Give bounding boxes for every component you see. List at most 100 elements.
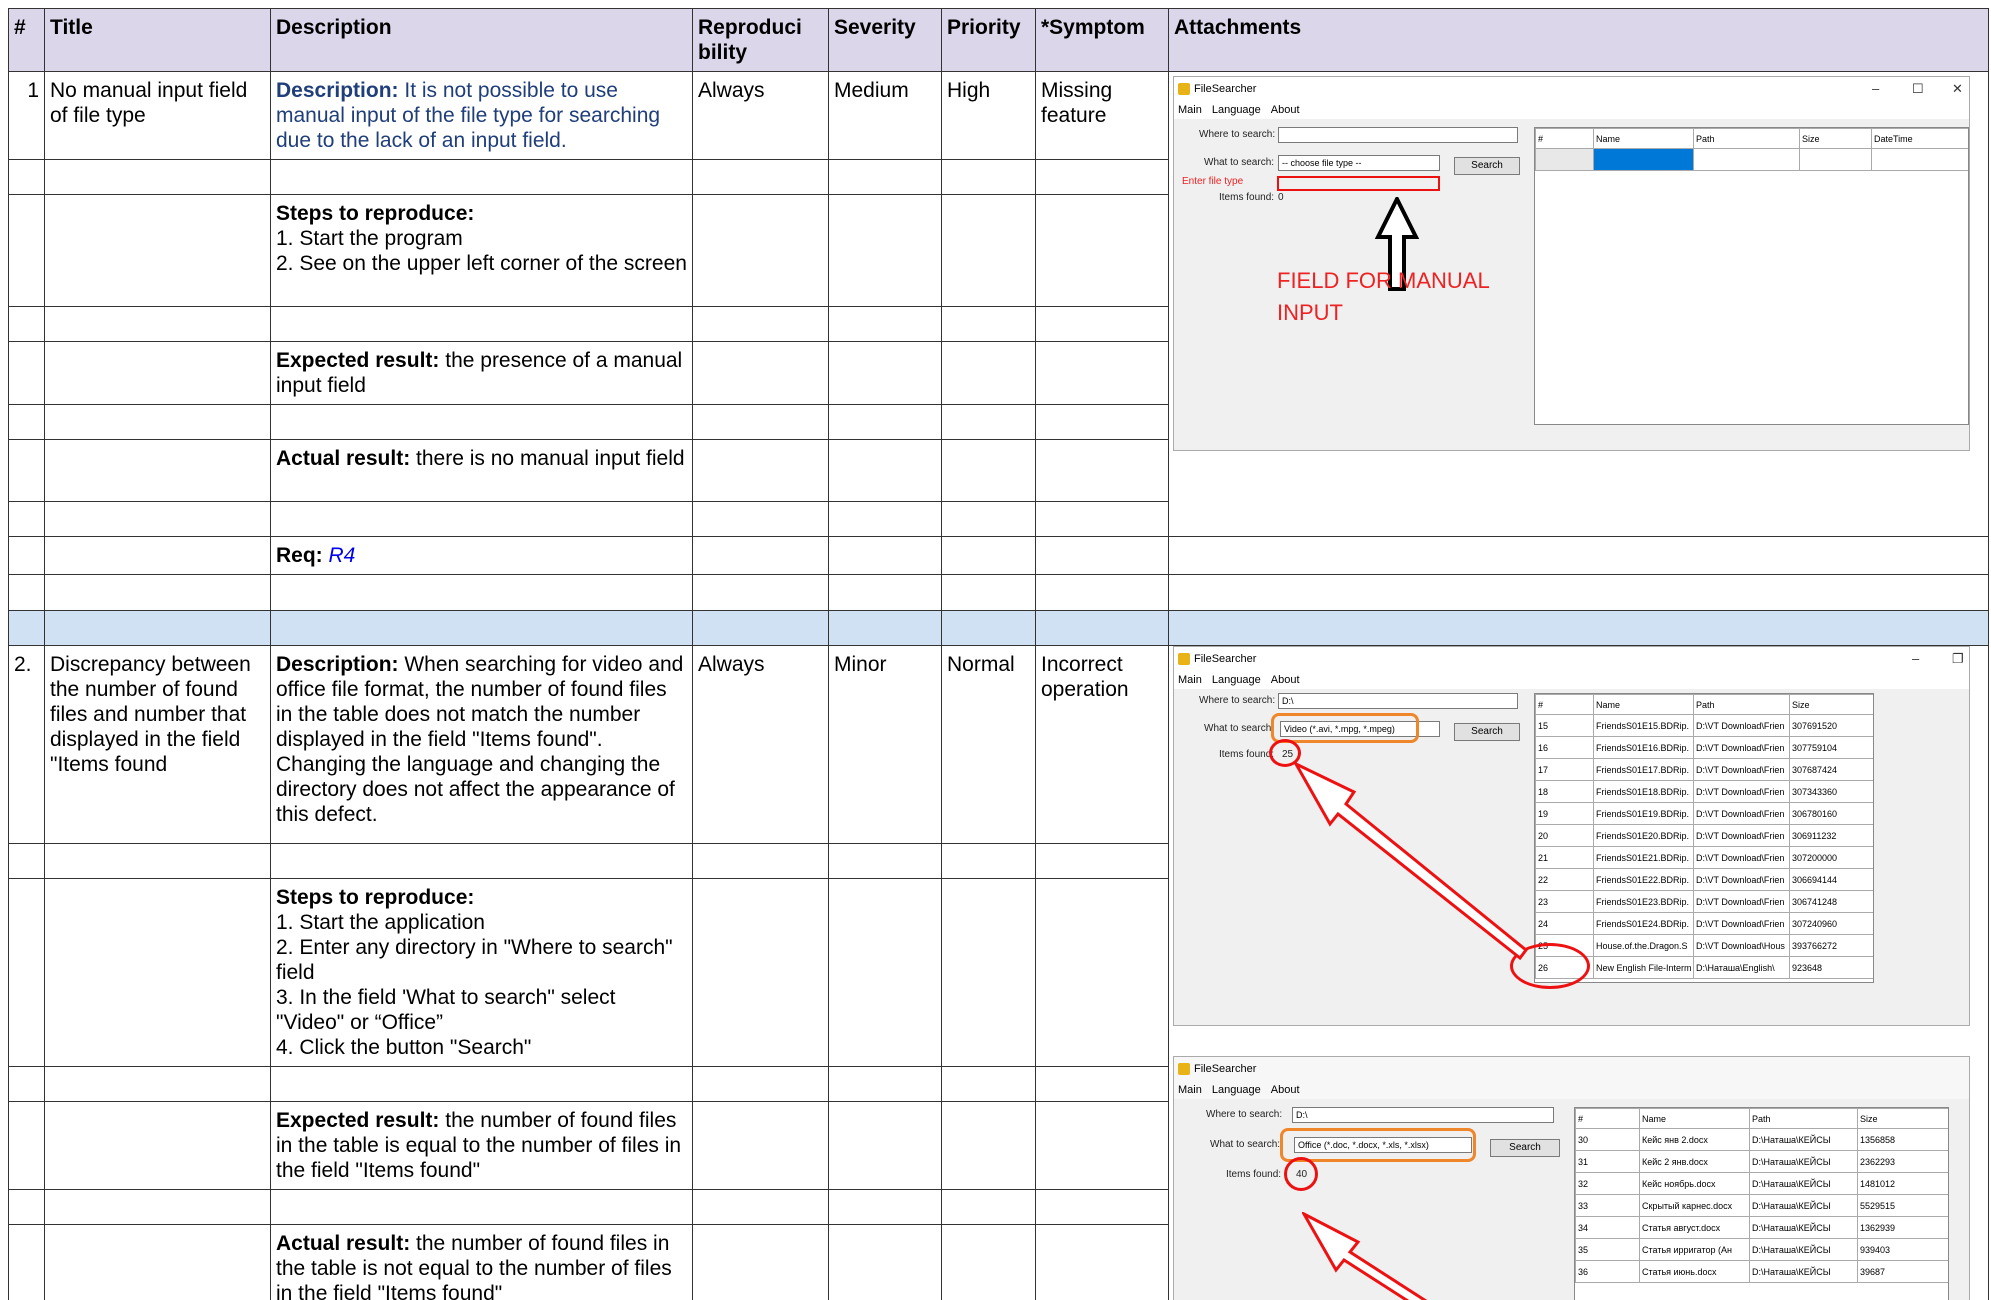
menu-about[interactable]: About: [1271, 674, 1300, 686]
row-num: 33: [1575, 1194, 1640, 1217]
bug2-severity: Minor: [828, 645, 942, 844]
row-name: FriendsS01E15.BDRip.: [1593, 714, 1694, 737]
minimize-icon[interactable]: –: [1912, 647, 1919, 671]
col-header-symptom: *Symptom: [1035, 8, 1169, 72]
enter-file-type-label: Enter file type: [1182, 176, 1244, 187]
row-num: 15: [1535, 714, 1594, 737]
search-button[interactable]: Search: [1490, 1139, 1560, 1157]
row-name: FriendsS01E22.BDRip.: [1593, 868, 1694, 891]
table-row[interactable]: 30 Кейс янв 2.docx D:\Наташа\КЕЙСЫ 1356858: [1575, 1128, 1948, 1151]
table-row[interactable]: 35 Статья ирригатор (Ан D:\Наташа\КЕЙСЫ 939…: [1575, 1238, 1948, 1261]
menu-language[interactable]: Language: [1212, 674, 1261, 686]
items-found-label: Items found:: [1226, 1169, 1282, 1180]
row-path: D:\VT Download\Frien: [1693, 780, 1790, 803]
col-num: #: [1575, 1108, 1640, 1129]
bug1-actual-label: Actual result:: [276, 447, 411, 470]
bug1-priority: High: [941, 71, 1036, 160]
col-name: Name: [1593, 694, 1694, 715]
bug2-expected-label: Expected result:: [276, 1109, 440, 1132]
what-select[interactable]: -- choose file type --: [1278, 155, 1440, 171]
table-row[interactable]: 17 FriendsS01E17.BDRip. D:\VT Download\Fri…: [1535, 758, 1873, 781]
table-row[interactable]: 23 FriendsS01E23.BDRip. D:\VT Download\Fri…: [1535, 890, 1873, 913]
table-row[interactable]: 21 FriendsS01E21.BDRip. D:\VT Download\Fri…: [1535, 846, 1873, 869]
bug1-symptom: Missing feature: [1035, 71, 1169, 160]
table-row[interactable]: 33 Скрытый карнес.docx D:\Наташа\КЕЙСЫ 5529…: [1575, 1194, 1948, 1217]
bug-separator-row: [8, 610, 1989, 646]
search-button[interactable]: Search: [1454, 723, 1520, 741]
col-num: #: [1535, 128, 1594, 149]
row-num: 24: [1535, 912, 1594, 935]
app-logo-icon: [1178, 1063, 1190, 1075]
missing-input-highlight: [1277, 176, 1440, 191]
row-name: Кейс 2 янв.docx: [1639, 1150, 1750, 1173]
row-path: D:\VT Download\Frien: [1693, 846, 1790, 869]
items-found-label: Items found:: [1219, 749, 1275, 760]
table-row[interactable]: 24 FriendsS01E24.BDRip. D:\VT Download\Fri…: [1535, 912, 1873, 935]
col-datetime: DateTime: [1871, 128, 1968, 149]
col-header-severity: Severity: [828, 8, 942, 72]
menu-language[interactable]: Language: [1212, 1084, 1261, 1096]
table-row[interactable]: 25 House.of.the.Dragon.S D:\VT Download\Ho…: [1535, 934, 1873, 957]
table-row[interactable]: 34 Статья август.docx D:\Наташа\КЕЙСЫ 13629…: [1575, 1216, 1948, 1239]
search-button[interactable]: Search: [1454, 157, 1520, 175]
row-path: D:\VT Download\Hous: [1693, 934, 1790, 957]
row-num: 32: [1575, 1172, 1640, 1195]
row-name: Статья август.docx: [1639, 1216, 1750, 1239]
table-row[interactable]: 15 FriendsS01E15.BDRip. D:\VT Download\Fri…: [1535, 714, 1873, 737]
row-name: FriendsS01E17.BDRip.: [1593, 758, 1694, 781]
row-path: D:\Наташа\КЕЙСЫ: [1749, 1194, 1858, 1217]
bug1-step-2: 2. See on the upper left corner of the s…: [276, 252, 687, 275]
where-input[interactable]: D:\: [1278, 693, 1518, 709]
bug1-req-label: Req:: [276, 544, 323, 567]
menu-main[interactable]: Main: [1178, 1084, 1202, 1096]
row-path: D:\VT Download\Frien: [1693, 868, 1790, 891]
bug2-num: 2.: [8, 645, 45, 844]
row-num: 35: [1575, 1238, 1640, 1261]
bug1-actual-text: there is no manual input field: [416, 447, 685, 470]
col-size: Size: [1799, 128, 1872, 149]
where-input[interactable]: D:\: [1292, 1107, 1554, 1123]
row-size: 939403: [1857, 1238, 1948, 1261]
menu-main[interactable]: Main: [1178, 674, 1202, 686]
menu-about[interactable]: About: [1271, 1084, 1300, 1096]
table-row[interactable]: 36 Статья июнь.docx D:\Наташа\КЕЙСЫ 39687: [1575, 1260, 1948, 1283]
col-size: Size: [1857, 1108, 1948, 1129]
bug2-title: Discrepancy between the number of found …: [44, 645, 271, 844]
table-row[interactable]: 16 FriendsS01E16.BDRip. D:\VT Download\Fri…: [1535, 736, 1873, 759]
table-row[interactable]: 20 FriendsS01E20.BDRip. D:\VT Download\Fri…: [1535, 824, 1873, 847]
row-path: D:\Наташа\КЕЙСЫ: [1749, 1216, 1858, 1239]
app-menu: Main Language About: [1174, 1081, 1969, 1099]
row-size: 1362939: [1857, 1216, 1948, 1239]
bug2-description-text: When searching for video and office file…: [276, 653, 684, 826]
table-row[interactable]: [1535, 148, 1594, 171]
row-path: D:\Наташа\КЕЙСЫ: [1749, 1238, 1858, 1261]
bug1-title: No manual input field of file type: [44, 71, 271, 160]
row-num: 36: [1575, 1260, 1640, 1283]
bug1-actual: Actual result: there is no manual input …: [270, 439, 693, 502]
row-size: 306694144: [1789, 868, 1873, 891]
close-icon[interactable]: ✕: [1952, 77, 1963, 101]
minimize-icon[interactable]: –: [1872, 77, 1879, 101]
table-row[interactable]: 18 FriendsS01E18.BDRip. D:\VT Download\Fri…: [1535, 780, 1873, 803]
restore-icon[interactable]: ❐: [1952, 647, 1964, 671]
bug2-description: Description: When searching for video an…: [270, 645, 693, 844]
row-size: 306741248: [1789, 890, 1873, 913]
table-row[interactable]: 31 Кейс 2 янв.docx D:\Наташа\КЕЙСЫ 2362293: [1575, 1150, 1948, 1173]
bug1-req-link[interactable]: R4: [329, 544, 356, 567]
col-header-priority: Priority: [941, 8, 1036, 72]
table-row[interactable]: 22 FriendsS01E22.BDRip. D:\VT Download\Fri…: [1535, 868, 1873, 891]
table-row[interactable]: 19 FriendsS01E19.BDRip. D:\VT Download\Fri…: [1535, 802, 1873, 825]
maximize-icon[interactable]: ☐: [1912, 77, 1924, 101]
row-size: 307759104: [1789, 736, 1873, 759]
row-name: Кейс ноябрь.docx: [1639, 1172, 1750, 1195]
row-size: 307200000: [1789, 846, 1873, 869]
col-num: #: [1535, 694, 1594, 715]
menu-main[interactable]: Main: [1178, 104, 1202, 116]
menu-language[interactable]: Language: [1212, 104, 1261, 116]
table-row[interactable]: 32 Кейс ноябрь.docx D:\Наташа\КЕЙСЫ 1481012: [1575, 1172, 1948, 1195]
what-label: What to search:: [1210, 1139, 1281, 1150]
annotation-field-for-manual-input: FIELD FOR MANUAL INPUT: [1277, 268, 1489, 325]
menu-about[interactable]: About: [1271, 104, 1300, 116]
app-logo-icon: [1178, 83, 1190, 95]
where-input[interactable]: [1278, 127, 1518, 143]
